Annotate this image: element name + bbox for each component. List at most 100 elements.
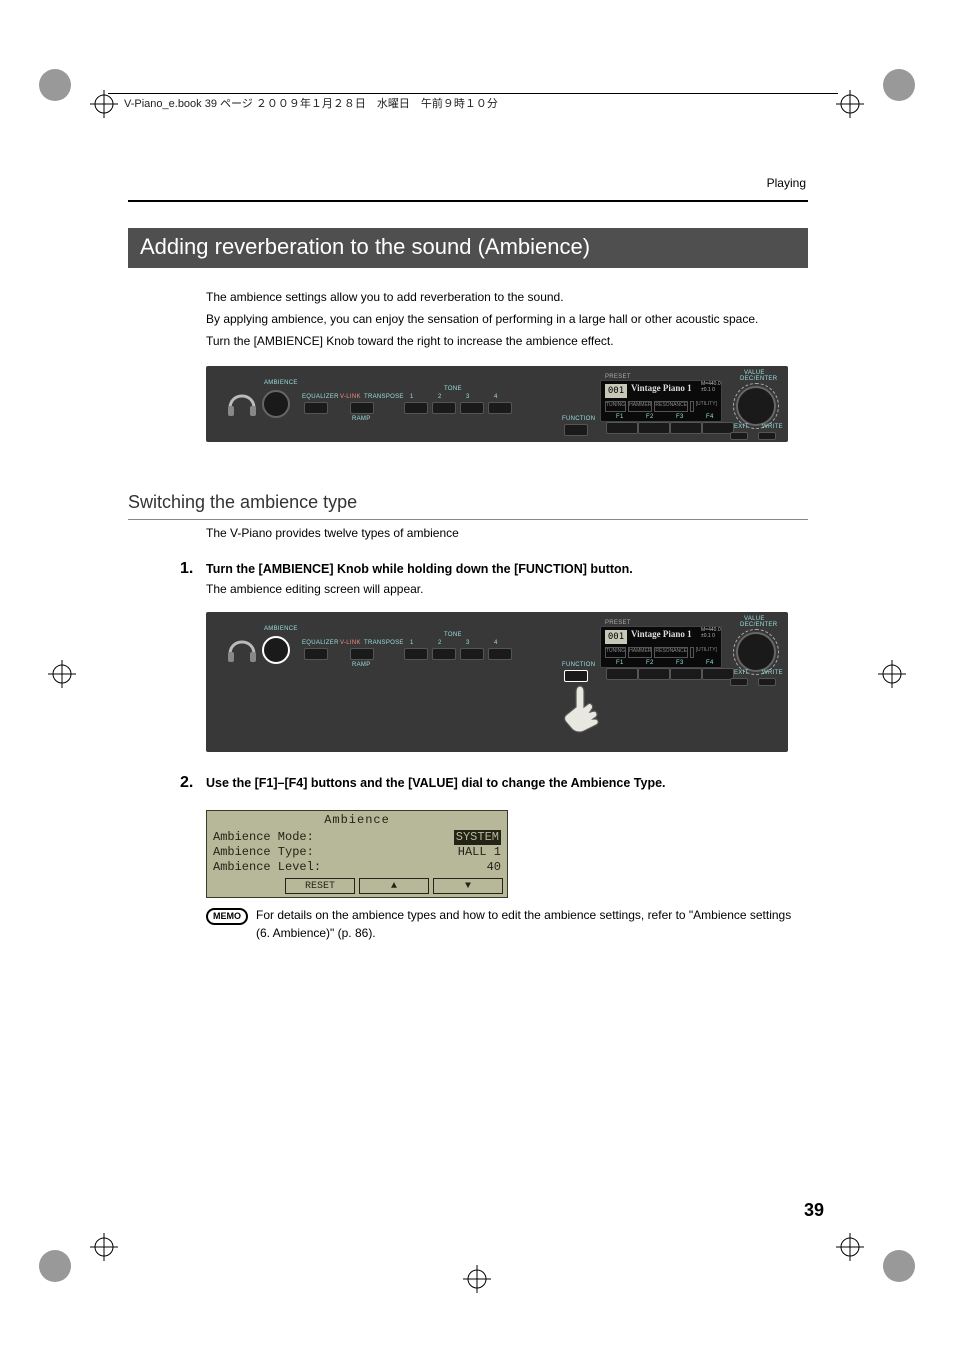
panel-button-icon <box>730 678 748 686</box>
sub-intro-text: The V-Piano provides twelve types of amb… <box>206 524 806 542</box>
ambience-knob-icon <box>262 390 290 418</box>
section-rule <box>128 200 808 202</box>
step-1: 1. Turn the [AMBIENCE] Knob while holdin… <box>180 560 808 596</box>
panel-label-preset: PRESET <box>605 374 631 380</box>
running-header: Playing <box>767 176 806 190</box>
panel-label-exit: EXIT <box>734 424 749 430</box>
step-number: 1. <box>180 560 206 596</box>
source-filename: V-Piano_e.book 39 ページ ２００９年１月２８日 水曜日 午前９… <box>124 95 498 111</box>
memo: MEMO For details on the ambience types a… <box>206 906 806 942</box>
step-title: Turn the [AMBIENCE] Knob while holding d… <box>206 562 808 576</box>
panel-label-exit: EXIT <box>734 670 749 676</box>
crosshair-icon <box>48 660 76 688</box>
intro-line: Turn the [AMBIENCE] Knob toward the righ… <box>206 332 806 350</box>
regmark-bottom-right <box>879 1246 919 1286</box>
panel-label-tone-num: 4 <box>494 640 498 646</box>
panel-button-icon <box>432 648 456 660</box>
page-number: 39 <box>804 1200 824 1221</box>
header-rule <box>108 93 838 94</box>
panel-label-function: FUNCTION <box>562 662 595 668</box>
panel-label-tone: TONE <box>444 386 462 392</box>
lcd-fn-button: ▼ <box>433 878 503 894</box>
lcd-fn-button: ▲ <box>359 878 429 894</box>
panel-label-dec-enter: DEC/ENTER <box>740 376 777 382</box>
panel-button-icon <box>730 432 748 440</box>
lcd-row: Ambience Type: HALL 1 <box>213 845 501 860</box>
panel-display-title: Vintage Piano 1 <box>631 383 692 393</box>
lcd-row: Ambience Mode: SYSTEM <box>213 830 501 845</box>
step-title: Use the [F1]–[F4] buttons and the [VALUE… <box>206 776 808 790</box>
lcd-body: Ambience Mode: SYSTEM Ambience Type: HAL… <box>207 828 507 875</box>
value-dial-icon <box>736 632 776 672</box>
panel-label-ramp: RAMP <box>352 416 371 422</box>
panel-label-tone-num: 1 <box>410 640 414 646</box>
panel-label-dec-enter: DEC/ENTER <box>740 622 777 628</box>
panel-label-tone-num: 4 <box>494 394 498 400</box>
panel-illustration-with-finger: AMBIENCE EQUALIZER V-LINK TRANSPOSE RAMP… <box>206 612 788 752</box>
panel-label-write: WRITE <box>762 670 783 676</box>
panel-label-tone-num: 3 <box>466 394 470 400</box>
heading-1: Adding reverberation to the sound (Ambie… <box>128 228 808 268</box>
panel-button-icon <box>758 678 776 686</box>
sub-intro: The V-Piano provides twelve types of amb… <box>206 524 806 542</box>
memo-text: For details on the ambience types and ho… <box>256 906 806 942</box>
panel-label-write: WRITE <box>762 424 783 430</box>
lcd-row-label: Ambience Mode: <box>213 830 314 845</box>
panel-label-tone-num: 3 <box>466 640 470 646</box>
panel-label-f: F2 <box>646 660 654 666</box>
step-list: 2. Use the [F1]–[F4] buttons and the [VA… <box>180 774 808 796</box>
pointing-finger-icon <box>562 682 607 742</box>
crosshair-icon <box>878 660 906 688</box>
panel-button-icon <box>404 648 428 660</box>
panel-label-vlink: V-LINK <box>340 394 361 400</box>
panel-display-num: 001 <box>605 630 627 644</box>
panel-label-ambience: AMBIENCE <box>264 626 298 632</box>
crosshair-icon <box>836 1233 864 1261</box>
panel-button-icon <box>758 432 776 440</box>
lcd-row-value: SYSTEM <box>454 830 501 845</box>
panel-button-icon <box>488 648 512 660</box>
lcd-screenshot: Ambience Ambience Mode: SYSTEM Ambience … <box>206 810 508 898</box>
panel-label-equalizer: EQUALIZER <box>302 394 339 400</box>
intro-line: The ambience settings allow you to add r… <box>206 288 806 306</box>
panel-label-tone: TONE <box>444 632 462 638</box>
panel-label-transpose: TRANSPOSE <box>364 640 404 646</box>
panel-label-function: FUNCTION <box>562 416 595 422</box>
panel-label-tone-num: 1 <box>410 394 414 400</box>
step-text: The ambience editing screen will appear. <box>206 582 808 596</box>
panel-button-icon <box>670 422 702 434</box>
panel-button-icon <box>304 648 328 660</box>
intro-line: By applying ambience, you can enjoy the … <box>206 310 806 328</box>
crosshair-icon <box>90 90 118 118</box>
memo-badge: MEMO <box>206 908 248 925</box>
lcd-fn-button <box>211 878 281 894</box>
panel-button-icon <box>350 648 374 660</box>
panel-label-tone-num: 2 <box>438 640 442 646</box>
panel-button-icon <box>638 422 670 434</box>
panel-label-f: F3 <box>676 414 684 420</box>
step-2: 2. Use the [F1]–[F4] buttons and the [VA… <box>180 774 808 796</box>
headphone-icon <box>226 634 258 666</box>
panel-display-num: 001 <box>605 384 627 398</box>
panel-button-icon <box>670 668 702 680</box>
lcd-row-value: 40 <box>487 860 501 875</box>
step-body: Turn the [AMBIENCE] Knob while holding d… <box>206 560 808 596</box>
panel-button-highlight-icon <box>564 670 588 682</box>
panel-label-preset: PRESET <box>605 620 631 626</box>
panel-button-icon <box>460 402 484 414</box>
value-dial-icon <box>736 386 776 426</box>
panel-button-icon <box>432 402 456 414</box>
heading-2: Switching the ambience type <box>128 492 808 520</box>
panel-button-icon <box>564 424 588 436</box>
step-list: 1. Turn the [AMBIENCE] Knob while holdin… <box>180 560 808 596</box>
ambience-knob-highlight-icon <box>262 636 290 664</box>
panel-button-icon <box>606 422 638 434</box>
intro-paragraphs: The ambience settings allow you to add r… <box>206 288 806 350</box>
regmark-bottom-left <box>35 1246 75 1286</box>
panel-label-vlink: V-LINK <box>340 640 361 646</box>
panel-label-ambience: AMBIENCE <box>264 380 298 386</box>
panel-button-icon <box>460 648 484 660</box>
panel-button-icon <box>606 668 638 680</box>
regmark-top-right <box>879 65 919 105</box>
panel-button-icon <box>404 402 428 414</box>
